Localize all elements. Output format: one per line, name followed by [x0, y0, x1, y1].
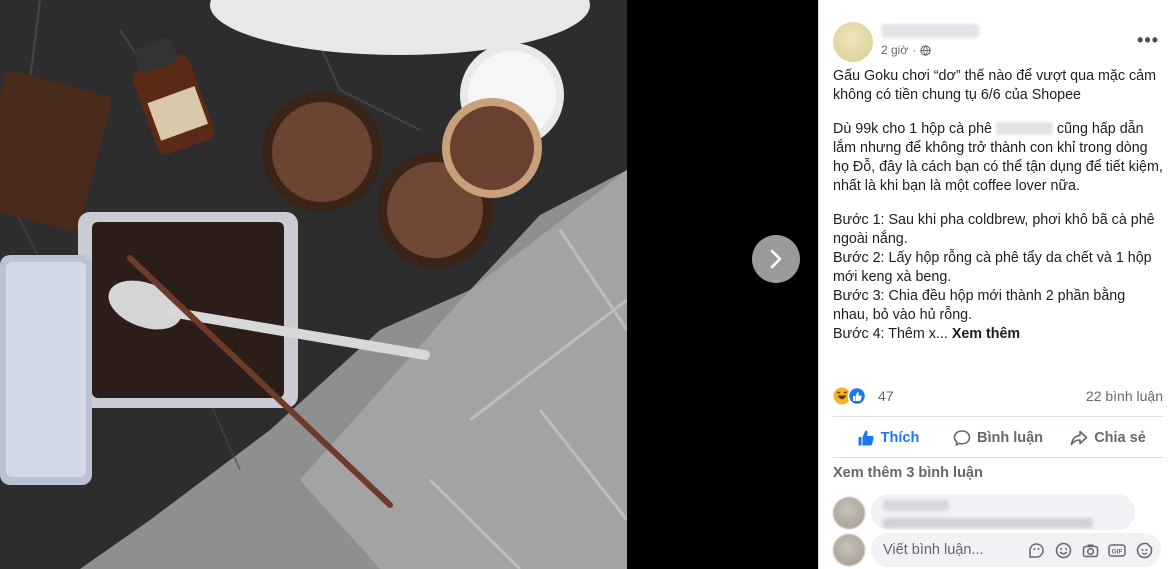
photo-viewer — [0, 0, 818, 569]
redacted-brand — [995, 122, 1053, 135]
share-button[interactable]: Chia sẻ — [1053, 420, 1163, 456]
step-4: Bước 4: Thêm x... — [833, 326, 948, 342]
post-sidebar: 2 giờ · ••• Gấu Goku chơi “dơ” thế nào đ… — [818, 0, 1175, 569]
share-arrow-icon — [1070, 430, 1088, 446]
post-header: 2 giờ · ••• — [833, 22, 1163, 62]
paragraph-text-start: Dù 99k cho 1 hộp cà phê — [833, 121, 996, 137]
dot-separator: · — [912, 43, 917, 57]
post-steps: Bước 1: Sau khi pha coldbrew, phơi khô b… — [833, 211, 1163, 344]
comment-input-wrap: GIF — [871, 533, 1161, 567]
comment-button[interactable]: Bình luận — [943, 420, 1053, 456]
comment-bubble — [871, 494, 1135, 530]
post-paragraph: Dù 99k cho 1 hộp cà phê cũng hấp dẫn lắm… — [833, 120, 1163, 196]
next-photo-button[interactable] — [752, 235, 800, 283]
commenter-avatar[interactable] — [833, 497, 865, 529]
divider — [833, 416, 1163, 417]
emoji-icon[interactable] — [1054, 541, 1072, 559]
svg-text:GIF: GIF — [1112, 548, 1123, 555]
divider — [833, 457, 1163, 458]
reaction-icons[interactable] — [833, 386, 869, 406]
step-4-line: Bước 4: Thêm x... Xem thêm — [833, 325, 1163, 344]
post-title-line: Gấu Goku chơi “dơ” thế nào để vượt qua m… — [833, 68, 1156, 103]
post-photo — [0, 0, 627, 569]
step-1: Bước 1: Sau khi pha coldbrew, phơi khô b… — [833, 212, 1155, 247]
composer-tools: GIF — [1027, 541, 1153, 559]
step-3: Bước 3: Chia đều hộp mới thành 2 phần bằ… — [833, 288, 1126, 323]
post-meta: 2 giờ · — [881, 43, 931, 57]
comment-bubble-icon — [953, 430, 971, 446]
thumbs-up-icon — [858, 430, 874, 446]
comment-input[interactable] — [883, 540, 1013, 560]
sticker-icon[interactable] — [1027, 541, 1045, 559]
camera-icon[interactable] — [1081, 541, 1099, 559]
like-icon — [847, 386, 867, 406]
like-label: Thích — [880, 430, 920, 446]
current-user-avatar — [833, 534, 865, 566]
view-more-comments[interactable]: Xem thêm 3 bình luận — [833, 465, 983, 481]
more-options-icon[interactable]: ••• — [1137, 30, 1159, 51]
step-2: Bước 2: Lấy hộp rỗng cà phê tẩy da chết … — [833, 250, 1152, 285]
author-avatar[interactable] — [833, 22, 873, 62]
chevron-right-icon — [770, 249, 782, 269]
comment-composer: GIF — [833, 532, 1163, 568]
post-text: Gấu Goku chơi “dơ” thế nào để vượt qua m… — [833, 67, 1163, 344]
post-actions: Thích Bình luận Chia sẻ — [833, 420, 1163, 456]
comment-label: Bình luận — [976, 430, 1044, 446]
reaction-bar: 47 22 bình luận — [833, 385, 1163, 407]
avatar-sticker-icon[interactable] — [1135, 541, 1153, 559]
post-time[interactable]: 2 giờ — [881, 43, 908, 57]
see-more-link[interactable]: Xem thêm — [952, 326, 1020, 342]
commenter-name-redacted[interactable] — [883, 500, 949, 511]
like-button[interactable]: Thích — [833, 420, 943, 456]
gif-icon[interactable]: GIF — [1108, 541, 1126, 559]
comment-text-redacted — [883, 518, 1093, 528]
globe-icon — [920, 44, 931, 56]
share-label: Chia sẻ — [1094, 430, 1146, 446]
reaction-count[interactable]: 47 — [878, 388, 894, 404]
author-name-redacted[interactable] — [881, 24, 979, 38]
comment-count[interactable]: 22 bình luận — [1086, 388, 1163, 404]
